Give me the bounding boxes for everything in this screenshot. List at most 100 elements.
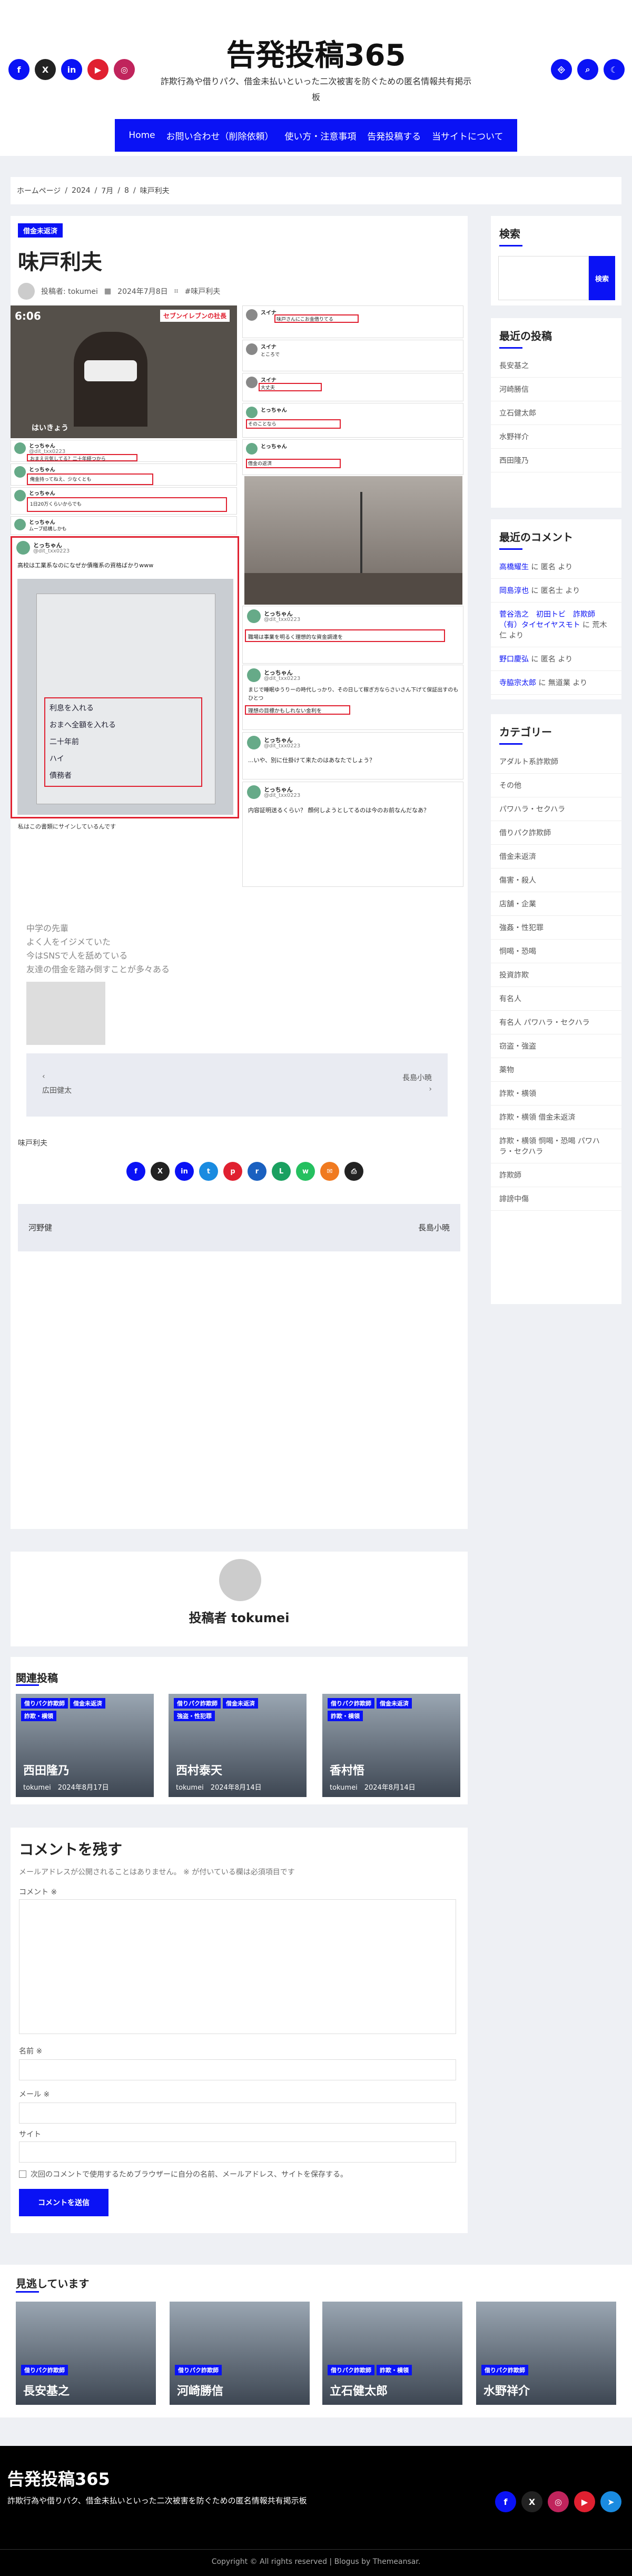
footer-instagram-icon[interactable]: ◎ xyxy=(548,2491,569,2512)
author-name[interactable]: 投稿者 tokumei xyxy=(11,1607,468,1626)
comment-post-link[interactable]: 高橋耀生 xyxy=(499,563,529,571)
card-name[interactable]: 西村泰天 xyxy=(176,1761,222,1778)
card-cat[interactable]: 借りパク詐欺師 xyxy=(175,2365,222,2375)
category-link[interactable]: その他 xyxy=(491,774,621,797)
recent-post-link[interactable]: 水野祥介 xyxy=(491,425,621,449)
footer-x-icon[interactable]: X xyxy=(521,2491,542,2512)
category-link[interactable]: 有名人 パワハラ・セクハラ xyxy=(491,1011,621,1034)
post-date[interactable]: 2024年7月8日 xyxy=(117,286,167,297)
card-cat[interactable]: 借りパク詐欺師 xyxy=(21,1698,68,1709)
card-date[interactable]: 2024年8月17日 xyxy=(58,1784,109,1792)
category-link[interactable]: 詐欺師 xyxy=(491,1163,621,1187)
category-link[interactable]: 店舗・企業 xyxy=(491,892,621,916)
card-name[interactable]: 水野祥介 xyxy=(483,2382,530,2399)
card-name[interactable]: 河崎勝信 xyxy=(177,2382,223,2399)
recent-post-link[interactable]: 立石健太郎 xyxy=(491,401,621,425)
comment-textarea[interactable] xyxy=(19,1899,456,2034)
card-author[interactable]: tokumei xyxy=(330,1784,358,1792)
card-cat[interactable]: 借りパク詐欺師 xyxy=(481,2365,528,2375)
category-link[interactable]: 投資詐欺 xyxy=(491,963,621,987)
recent-post-link[interactable]: 長安基之 xyxy=(491,354,621,378)
related-card-3[interactable]: 借りパク詐欺師 借金未返済詐欺・横領 香村悟 tokumei 2024年8月14日 xyxy=(322,1694,460,1797)
email-field[interactable] xyxy=(19,2103,456,2124)
category-link[interactable]: 詐欺・横領 借金未返済 xyxy=(491,1106,621,1129)
site-field[interactable] xyxy=(19,2141,456,2163)
breadcrumb-home[interactable]: ホームページ xyxy=(17,185,61,196)
card-cat[interactable]: 詐欺・横領 xyxy=(377,2365,412,2375)
missed-card-1[interactable]: 借りパク詐欺師 長安基之 xyxy=(16,2302,156,2405)
missed-card-2[interactable]: 借りパク詐欺師 河崎勝信 xyxy=(170,2302,310,2405)
card-name[interactable]: 香村悟 xyxy=(330,1761,364,1778)
submit-comment-button[interactable]: コメントを送信 xyxy=(19,2189,108,2216)
category-link[interactable]: 詐欺・横領 恫喝・恐喝 パワハラ・セクハラ xyxy=(491,1129,621,1163)
share-line-icon[interactable]: L xyxy=(272,1162,291,1181)
nav-about[interactable]: 当サイトについて xyxy=(432,129,503,142)
footer-telegram-icon[interactable]: ➤ xyxy=(600,2491,621,2512)
login-icon[interactable]: ⎆ xyxy=(551,59,572,80)
share-reddit-icon[interactable]: r xyxy=(248,1162,266,1181)
comment-post-link[interactable]: 寺脇宗太郎 xyxy=(499,679,536,687)
comment-post-link[interactable]: 菅谷浩之 初田トビ 詐欺師（有）タイセイヤスモト xyxy=(499,610,595,629)
related-card-1[interactable]: 借りパク詐欺師 借金未返済詐欺・横領 西田隆乃 tokumei 2024年8月17… xyxy=(16,1694,154,1797)
breadcrumb-year[interactable]: 2024 xyxy=(72,186,91,195)
card-name[interactable]: 立石健太郎 xyxy=(330,2382,388,2399)
footer-facebook-icon[interactable]: f xyxy=(495,2491,516,2512)
footer-youtube-icon[interactable]: ▶ xyxy=(574,2491,595,2512)
breadcrumb-month[interactable]: 7月 xyxy=(101,185,113,196)
card-cat[interactable]: 借りパク詐欺師 xyxy=(174,1698,221,1709)
tag-link[interactable]: 味戸利夫 xyxy=(18,1138,47,1148)
category-link[interactable]: 恫喝・恐喝 xyxy=(491,940,621,963)
category-badge[interactable]: 借金未返済 xyxy=(18,223,63,238)
card-cat[interactable]: 借りパク詐欺師 xyxy=(328,1698,374,1709)
name-field[interactable] xyxy=(19,2059,456,2080)
share-mail-icon[interactable]: ✉ xyxy=(320,1162,339,1181)
nav-post[interactable]: 告発投稿する xyxy=(367,129,421,142)
card-cat[interactable]: 借金未返済 xyxy=(70,1698,105,1709)
cookie-checkbox[interactable] xyxy=(19,2170,26,2178)
author-avatar-large[interactable] xyxy=(219,1559,261,1601)
share-x-icon[interactable]: X xyxy=(151,1162,170,1181)
category-link[interactable]: 有名人 xyxy=(491,987,621,1011)
footer-title[interactable]: 告発投稿365 xyxy=(7,2466,110,2490)
category-link[interactable]: 借りパク詐欺師 xyxy=(491,821,621,845)
post-author[interactable]: 投稿者: tokumei xyxy=(41,286,98,297)
nav-usage[interactable]: 使い方・注意事項 xyxy=(284,129,356,142)
nav-next-post[interactable]: 長島小暁 xyxy=(402,1072,432,1083)
search-icon[interactable]: ⌕ xyxy=(577,59,598,80)
card-cat[interactable]: 詐欺・横領 xyxy=(328,1711,363,1721)
category-link[interactable]: 傷害・殺人 xyxy=(491,868,621,892)
nav-prev-post[interactable]: 広田健太 xyxy=(42,1085,72,1095)
comment-post-link[interactable]: 野口慶弘 xyxy=(499,655,529,664)
share-whatsapp-icon[interactable]: w xyxy=(296,1162,315,1181)
share-print-icon[interactable]: ⎙ xyxy=(344,1162,363,1181)
theme-toggle-icon[interactable]: ☾ xyxy=(604,59,625,80)
card-name[interactable]: 西田隆乃 xyxy=(23,1761,70,1778)
card-cat[interactable]: 借りパク詐欺師 xyxy=(21,2365,68,2375)
share-facebook-icon[interactable]: f xyxy=(126,1162,145,1181)
category-link[interactable]: 窃盗・強盗 xyxy=(491,1034,621,1058)
recent-post-link[interactable]: 河崎勝信 xyxy=(491,378,621,401)
category-link[interactable]: 借金未返済 xyxy=(491,845,621,868)
next-post-link[interactable]: 長島小暁 xyxy=(418,1222,450,1233)
card-cat[interactable]: 強盗・性犯罪 xyxy=(174,1711,215,1721)
missed-card-3[interactable]: 借りパク詐欺師 詐欺・横領 立石健太郎 xyxy=(322,2302,462,2405)
card-author[interactable]: tokumei xyxy=(176,1784,204,1792)
card-cat[interactable]: 借りパク詐欺師 xyxy=(328,2365,374,2375)
category-link[interactable]: 強姦・性犯罪 xyxy=(491,916,621,940)
card-date[interactable]: 2024年8月14日 xyxy=(364,1784,416,1792)
post-tag[interactable]: #味戸利夫 xyxy=(185,286,221,297)
share-telegram-icon[interactable]: t xyxy=(199,1162,218,1181)
card-cat[interactable]: 借金未返済 xyxy=(377,1698,412,1709)
card-cat[interactable]: 借金未返済 xyxy=(223,1698,258,1709)
share-pinterest-icon[interactable]: p xyxy=(223,1162,242,1181)
share-linkedin-icon[interactable]: in xyxy=(175,1162,194,1181)
category-link[interactable]: 誹謗中傷 xyxy=(491,1187,621,1211)
category-link[interactable]: パワハラ・セクハラ xyxy=(491,797,621,821)
breadcrumb-day[interactable]: 8 xyxy=(124,186,129,195)
thumbnail-image[interactable] xyxy=(26,982,105,1045)
card-cat[interactable]: 詐欺・横領 xyxy=(21,1711,56,1721)
missed-card-4[interactable]: 借りパク詐欺師 水野祥介 xyxy=(476,2302,616,2405)
search-input[interactable] xyxy=(498,256,589,300)
card-author[interactable]: tokumei xyxy=(23,1784,51,1792)
card-date[interactable]: 2024年8月14日 xyxy=(211,1784,262,1792)
